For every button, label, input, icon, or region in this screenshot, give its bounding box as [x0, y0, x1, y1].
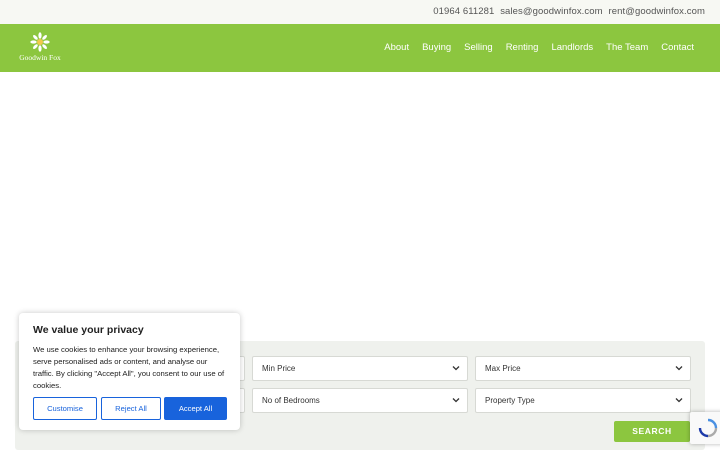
search-button[interactable]: SEARCH	[614, 421, 690, 442]
chevron-down-icon	[452, 398, 460, 403]
bedrooms-value: No of Bedrooms	[262, 396, 320, 405]
cookie-title: We value your privacy	[33, 324, 144, 336]
daisy-logo-icon	[30, 32, 50, 52]
rent-email-link[interactable]: rent@goodwinfox.com	[608, 6, 705, 17]
chevron-down-icon	[675, 398, 683, 403]
main-navigation: Goodwin Fox About Buying Selling Renting…	[0, 24, 720, 72]
nav-item-contact[interactable]: Contact	[661, 42, 694, 53]
nav-item-about[interactable]: About	[384, 42, 409, 53]
property-type-value: Property Type	[485, 396, 535, 405]
chevron-down-icon	[675, 366, 683, 371]
nav-item-buying[interactable]: Buying	[422, 42, 451, 53]
max-price-value: Max Price	[485, 364, 521, 373]
sales-email-link[interactable]: sales@goodwinfox.com	[500, 6, 602, 17]
nav-item-the-team[interactable]: The Team	[606, 42, 648, 53]
property-type-select[interactable]: Property Type	[475, 388, 691, 413]
recaptcha-icon	[698, 418, 718, 438]
cookie-message: We use cookies to enhance your browsing …	[33, 345, 225, 390]
nav-menu: About Buying Selling Renting Landlords T…	[371, 42, 694, 53]
hero-area	[0, 72, 720, 342]
cookie-consent-banner: We value your privacy We use cookies to …	[19, 313, 240, 430]
top-contact-bar: 01964 611281 sales@goodwinfox.com rent@g…	[0, 0, 720, 24]
max-price-select[interactable]: Max Price	[475, 356, 691, 381]
customise-button[interactable]: Customise	[33, 397, 97, 420]
accept-all-button[interactable]: Accept All	[164, 397, 227, 420]
brand-name: Goodwin Fox	[19, 53, 61, 62]
bedrooms-select[interactable]: No of Bedrooms	[252, 388, 468, 413]
min-price-select[interactable]: Min Price	[252, 356, 468, 381]
recaptcha-badge[interactable]	[690, 412, 720, 444]
nav-item-renting[interactable]: Renting	[506, 42, 539, 53]
brand-logo[interactable]: Goodwin Fox	[14, 32, 66, 66]
chevron-down-icon	[452, 366, 460, 371]
reject-all-button[interactable]: Reject All	[101, 397, 161, 420]
phone-link[interactable]: 01964 611281	[433, 6, 494, 17]
nav-item-landlords[interactable]: Landlords	[551, 42, 593, 53]
min-price-value: Min Price	[262, 364, 296, 373]
contact-info: 01964 611281 sales@goodwinfox.com rent@g…	[430, 6, 705, 17]
nav-item-selling[interactable]: Selling	[464, 42, 493, 53]
